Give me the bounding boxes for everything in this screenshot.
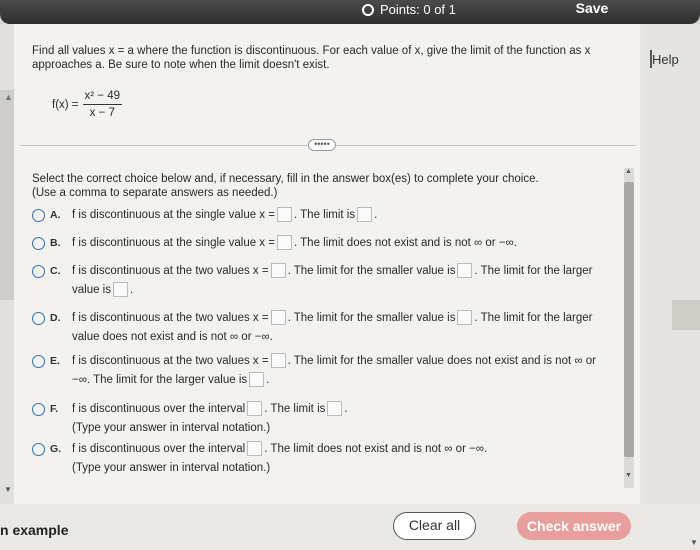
- choice-c-text: f is discontinuous at the two values x =…: [72, 262, 592, 300]
- text-segment: .: [266, 374, 270, 386]
- answer-box[interactable]: [276, 235, 292, 251]
- clear-all-button[interactable]: Clear all: [393, 512, 476, 540]
- text-segment: . The limit for the smaller value is: [287, 312, 456, 324]
- instructions-line-2: (Use a comma to separate answers as need…: [32, 187, 278, 199]
- radio-e[interactable]: [32, 355, 45, 368]
- choice-c[interactable]: C. f is discontinuous at the two values …: [32, 262, 592, 300]
- choice-d[interactable]: D. f is discontinuous at the two values …: [32, 309, 592, 347]
- left-scrollbar[interactable]: [0, 90, 14, 300]
- choice-g-text: f is discontinuous over the interval . Th…: [72, 440, 487, 478]
- text-segment: f is discontinuous over the interval: [72, 403, 246, 415]
- text-segment: f is discontinuous at the single value x…: [72, 209, 275, 221]
- right-panel: [644, 0, 700, 550]
- text-segment: f is discontinuous at the single value x…: [72, 237, 275, 249]
- text-segment: . The limit does not exist and is not ∞ …: [293, 237, 517, 249]
- text-segment: .: [374, 209, 378, 221]
- text-segment: .: [130, 284, 134, 296]
- text-segment: . The limit for the smaller value is: [287, 265, 456, 277]
- text-segment: . The limit for the smaller value does n…: [287, 355, 596, 367]
- points-indicator: Points: 0 of 1: [362, 2, 456, 17]
- fraction: x² − 49 x − 7: [82, 90, 122, 119]
- answer-box[interactable]: [270, 310, 286, 326]
- text-segment: . The limit for the larger: [474, 312, 593, 324]
- vertical-scrollbar-thumb[interactable]: [624, 182, 634, 457]
- help-link[interactable]: Help: [652, 52, 679, 67]
- text-segment: f is discontinuous at the two values x =: [72, 312, 269, 324]
- choice-f-text: f is discontinuous over the interval . Th…: [72, 400, 348, 438]
- choice-b-text: f is discontinuous at the single value x…: [72, 234, 517, 253]
- text-segment: . The limit is: [293, 209, 356, 221]
- instructions: Select the correct choice below and, if …: [32, 172, 539, 200]
- choice-b[interactable]: B. f is discontinuous at the single valu…: [32, 234, 517, 253]
- expand-button[interactable]: •••••: [308, 139, 336, 151]
- choice-letter: F.: [50, 403, 59, 415]
- instructions-line-1: Select the correct choice below and, if …: [32, 173, 539, 185]
- text-segment: . The limit does not exist and is not ∞ …: [264, 443, 488, 455]
- choice-d-text: f is discontinuous at the two values x =…: [72, 309, 592, 347]
- question-text: Find all values x = a where the function…: [32, 45, 591, 71]
- answer-box[interactable]: [249, 372, 265, 388]
- circle-icon: [362, 3, 374, 16]
- radio-d[interactable]: [32, 312, 45, 325]
- choice-g[interactable]: G. f is discontinuous over the interval.…: [32, 440, 487, 478]
- scroll-up-icon[interactable]: ▲: [625, 168, 632, 175]
- text-segment: value is: [72, 284, 111, 296]
- radio-b[interactable]: [32, 237, 45, 250]
- choice-e-text: f is discontinuous at the two values x =…: [72, 352, 596, 390]
- choice-a[interactable]: A. f is discontinuous at the single valu…: [32, 206, 377, 225]
- answer-box[interactable]: [357, 207, 373, 223]
- text-segment: (Type your answer in interval notation.): [72, 422, 271, 434]
- choice-e[interactable]: E. f is discontinuous at the two values …: [32, 352, 596, 390]
- answer-box[interactable]: [270, 353, 286, 369]
- check-answer-button[interactable]: Check answer: [517, 512, 631, 540]
- choice-letter: E.: [50, 355, 60, 367]
- example-link[interactable]: n example: [0, 522, 68, 538]
- save-button[interactable]: Save: [560, 0, 624, 20]
- choice-letter: C.: [50, 265, 61, 277]
- scroll-down-icon[interactable]: ▼: [625, 472, 632, 479]
- answer-box[interactable]: [457, 310, 473, 326]
- answer-box[interactable]: [276, 207, 292, 223]
- fx-label: f(x) =: [52, 98, 79, 111]
- text-segment: −∞. The limit for the larger value is: [72, 374, 248, 386]
- answer-box[interactable]: [457, 263, 473, 279]
- chevron-up-icon[interactable]: ▲: [4, 92, 13, 102]
- choice-letter: D.: [50, 312, 61, 324]
- choice-a-text: f is discontinuous at the single value x…: [72, 206, 377, 225]
- choice-letter: B.: [50, 237, 61, 249]
- radio-f[interactable]: [32, 403, 45, 416]
- function-expression: f(x) = x² − 49 x − 7: [52, 90, 122, 119]
- chevron-down-icon[interactable]: ▼: [4, 485, 12, 494]
- choice-f[interactable]: F. f is discontinuous over the interval.…: [32, 400, 348, 438]
- text-segment: f is discontinuous over the interval: [72, 443, 246, 455]
- answer-box[interactable]: [113, 282, 128, 298]
- right-scrollbar-thumb[interactable]: [672, 300, 700, 330]
- text-segment: . The limit for the larger: [474, 265, 593, 277]
- numerator: x² − 49: [82, 90, 122, 105]
- denominator: x − 7: [89, 107, 115, 119]
- choice-letter: A.: [50, 209, 61, 221]
- text-segment: . The limit is: [264, 403, 326, 415]
- text-segment: (Type your answer in interval notation.): [72, 462, 271, 474]
- text-segment: .: [344, 403, 348, 415]
- radio-g[interactable]: [32, 443, 45, 456]
- answer-box[interactable]: [327, 401, 343, 417]
- radio-c[interactable]: [32, 265, 45, 278]
- points-label: Points: 0 of 1: [380, 2, 456, 17]
- answer-box[interactable]: [270, 263, 286, 279]
- text-segment: value does not exist and is not ∞ or −∞.: [72, 331, 273, 343]
- text-segment: f is discontinuous at the two values x =: [72, 355, 269, 367]
- answer-box[interactable]: [247, 441, 263, 457]
- chevron-down-icon[interactable]: ▼: [690, 538, 698, 547]
- choice-letter: G.: [50, 443, 62, 455]
- radio-a[interactable]: [32, 209, 45, 222]
- text-segment: f is discontinuous at the two values x =: [72, 265, 269, 277]
- answer-box[interactable]: [247, 401, 263, 417]
